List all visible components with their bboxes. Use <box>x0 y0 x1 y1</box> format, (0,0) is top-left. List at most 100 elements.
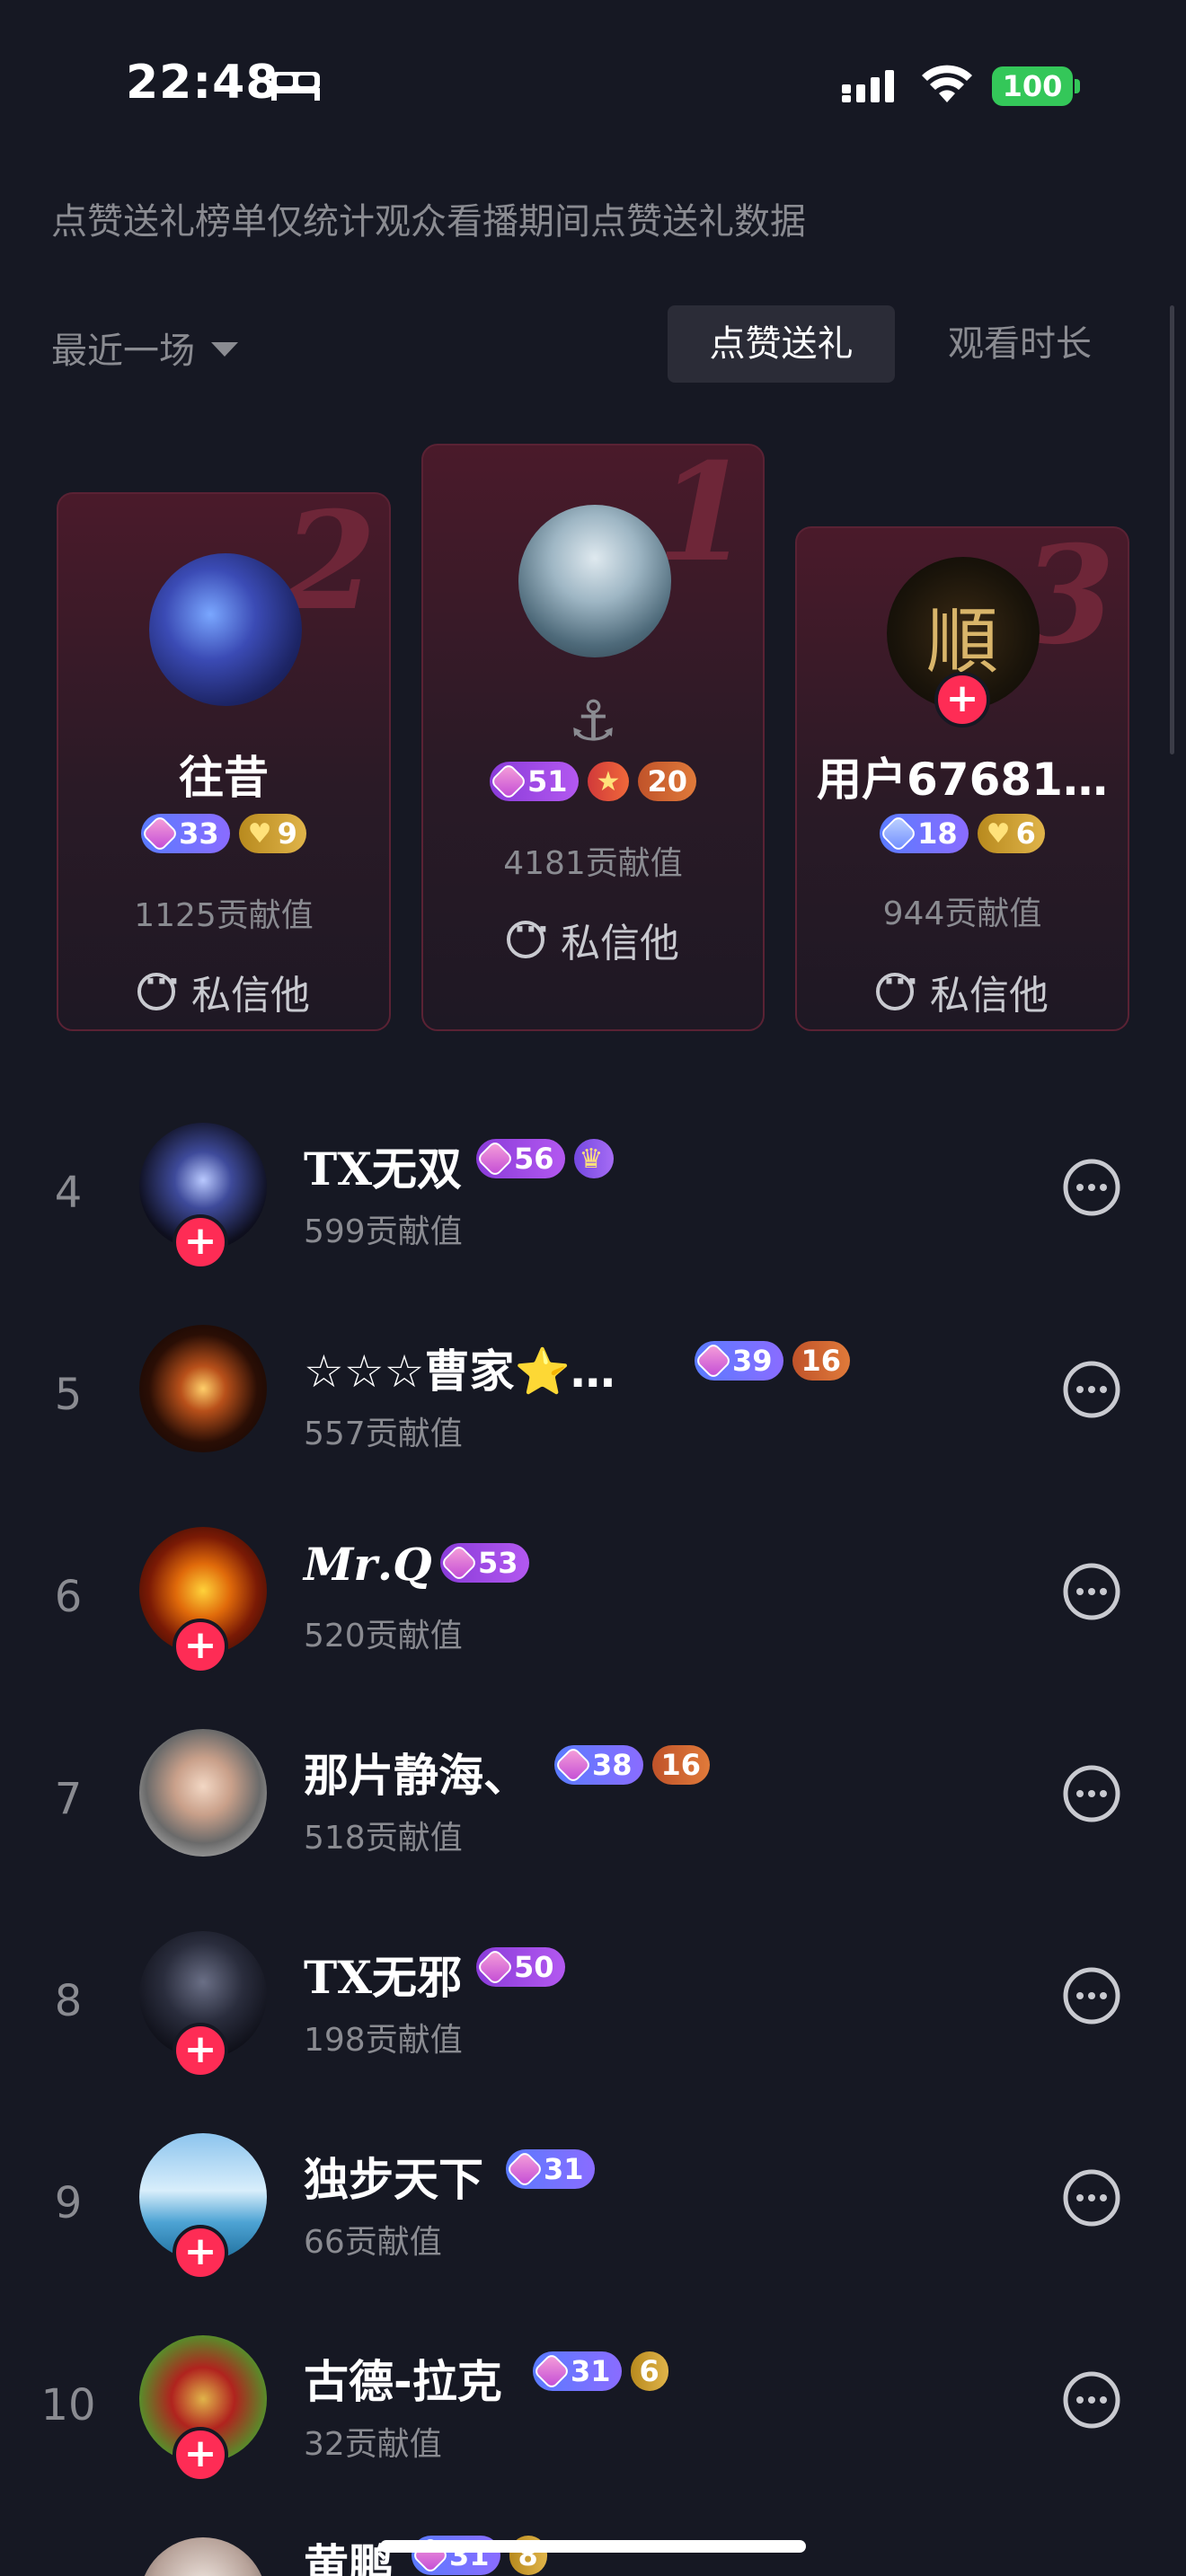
chat-icon[interactable] <box>1060 1964 1123 2027</box>
fan-badge: ♥ 6 <box>977 814 1045 853</box>
follow-button[interactable]: + <box>173 2023 228 2078</box>
contribution-score: 198贡献值 <box>304 2022 463 2059</box>
avatar[interactable] <box>139 2537 267 2576</box>
level-badge: 31 <box>505 2149 595 2189</box>
rank-number: 7 <box>54 1774 83 1824</box>
chat-icon[interactable] <box>1060 1762 1123 1825</box>
chat-icon <box>507 912 549 958</box>
list-item[interactable]: 10 + 古德-拉克 31 6 32贡献值 <box>0 2310 1186 2512</box>
podium-badges: 33 ♥ 9 <box>58 814 389 853</box>
username: 𝑴𝒓.𝑸 <box>304 1538 432 1591</box>
fan-badge: 16 <box>651 1745 711 1785</box>
badges: 39 16 <box>694 1341 851 1381</box>
message-button[interactable]: 私信他 <box>797 963 1128 1020</box>
star-icon: ★ <box>596 765 621 798</box>
chat-icon[interactable] <box>1060 1358 1123 1421</box>
tab-watch-time[interactable]: 观看时长 <box>925 305 1114 383</box>
podium-card-rank-3[interactable]: 3 順 + 用户67681… 18 ♥6 944贡献值 私信他 <box>795 526 1129 1031</box>
podium-username: 用户67681… <box>817 754 1108 806</box>
username: 那片静海、 <box>304 1750 528 1802</box>
gem-icon <box>505 2149 544 2189</box>
fan-badge: 16 <box>792 1341 851 1381</box>
level-badge: 18 <box>879 814 969 853</box>
username: 古德-拉克 <box>304 2356 502 2408</box>
podium-rank-number: 1 <box>656 444 750 592</box>
follow-button[interactable]: + <box>173 2225 228 2280</box>
chat-icon[interactable] <box>1060 1560 1123 1623</box>
badges: 50 <box>475 1947 565 1987</box>
badges: 53 <box>439 1543 529 1583</box>
scrollbar[interactable] <box>1170 305 1174 754</box>
follow-button[interactable]: + <box>173 1619 228 1674</box>
list-item[interactable]: 5 ☆☆☆曹家⭐… 39 16 557贡献值 <box>0 1300 1186 1502</box>
username: ☆☆☆曹家⭐… <box>304 1345 615 1398</box>
list-item[interactable]: 6 + 𝑴𝒓.𝑸 53 520贡献值 <box>0 1502 1186 1704</box>
chat-icon[interactable] <box>1060 2369 1123 2431</box>
chevron-down-icon <box>211 342 238 357</box>
list-item[interactable]: 9 + 独步天下 31 66贡献值 <box>0 2108 1186 2310</box>
chat-icon <box>137 964 180 1010</box>
fan-badge: 6 <box>630 2351 668 2391</box>
avatar[interactable] <box>518 505 671 657</box>
podium-score: 1125贡献值 <box>134 897 314 934</box>
chat-icon[interactable] <box>1060 2166 1123 2229</box>
gem-icon <box>532 2351 571 2391</box>
level-badge: 50 <box>475 1947 565 1987</box>
tab-like-gift[interactable]: 点赞送礼 <box>668 305 895 383</box>
podium-username: 往昔 <box>179 752 269 804</box>
avatar[interactable] <box>149 553 302 706</box>
podium-badges: 18 ♥ 6 <box>797 814 1128 853</box>
rank-number: 5 <box>54 1370 83 1420</box>
gem-icon <box>879 814 918 853</box>
avatar[interactable] <box>139 1729 267 1857</box>
follow-button[interactable]: + <box>173 1214 228 1270</box>
contribution-score: 599贡献值 <box>304 1213 463 1250</box>
gem-icon <box>553 1745 593 1785</box>
fan-badge: ♥ 9 <box>238 814 306 853</box>
follow-button[interactable]: + <box>934 672 990 728</box>
gem-icon <box>489 762 528 801</box>
gem-icon <box>475 1947 515 1987</box>
rank-number: 6 <box>54 1572 83 1622</box>
star-badge: ★ <box>587 762 630 801</box>
follow-button[interactable]: + <box>173 2427 228 2483</box>
badges: 56 ♛ <box>475 1139 615 1178</box>
badges: 38 16 <box>553 1745 711 1785</box>
battery-cap <box>1075 79 1080 93</box>
crown-icon: ♛ <box>579 1142 604 1175</box>
crown-badge: ♛ <box>573 1139 615 1178</box>
chat-icon[interactable] <box>1060 1156 1123 1219</box>
rank-number: 4 <box>54 1168 83 1218</box>
rank-number: 9 <box>54 2178 83 2228</box>
podium-badges: 51 ★ 20 <box>423 762 763 801</box>
podium-card-rank-2[interactable]: 2 往昔 33 ♥9 1125贡献值 私信他 <box>57 492 391 1031</box>
list-item[interactable]: 7 那片静海、 38 16 518贡献值 <box>0 1704 1186 1906</box>
heart-icon: ♥ <box>986 817 1011 850</box>
podium-score: 4181贡献值 <box>503 845 683 882</box>
contribution-score: 518贡献值 <box>304 1820 463 1857</box>
level-badge: 31 <box>532 2351 622 2391</box>
sleep-mode-icon <box>271 72 320 101</box>
message-button[interactable]: 私信他 <box>423 911 763 968</box>
contribution-score: 66贡献值 <box>304 2224 442 2261</box>
rank-number: 8 <box>54 1976 83 2026</box>
message-button[interactable]: 私信他 <box>58 963 389 1020</box>
podium-card-rank-1[interactable]: 1 ⚓ 51 ★ 20 4181贡献值 私信他 <box>421 444 765 1031</box>
avatar[interactable] <box>139 1325 267 1452</box>
session-filter-dropdown[interactable]: 最近一场 <box>51 322 238 374</box>
level-badge: 38 <box>553 1745 643 1785</box>
home-indicator[interactable] <box>380 2540 806 2553</box>
status-time: 22:48 <box>126 56 279 110</box>
gem-icon <box>694 1341 733 1381</box>
level-badge: 39 <box>694 1341 783 1381</box>
list-item[interactable]: 8 + TX无邪 50 198贡献值 <box>0 1906 1186 2108</box>
gem-icon <box>475 1139 515 1178</box>
cellular-signal-icon <box>842 70 894 102</box>
list-item[interactable]: 4 + TX无双 56 ♛ 599贡献值 <box>0 1098 1186 1300</box>
podium-username: ⚓ <box>568 688 618 754</box>
gem-icon <box>439 1543 479 1583</box>
username: TX无邪 <box>304 1951 463 2004</box>
username: 黄鹏 <box>304 2540 394 2576</box>
username: TX无双 <box>304 1142 463 1195</box>
badges: 31 <box>505 2149 595 2189</box>
